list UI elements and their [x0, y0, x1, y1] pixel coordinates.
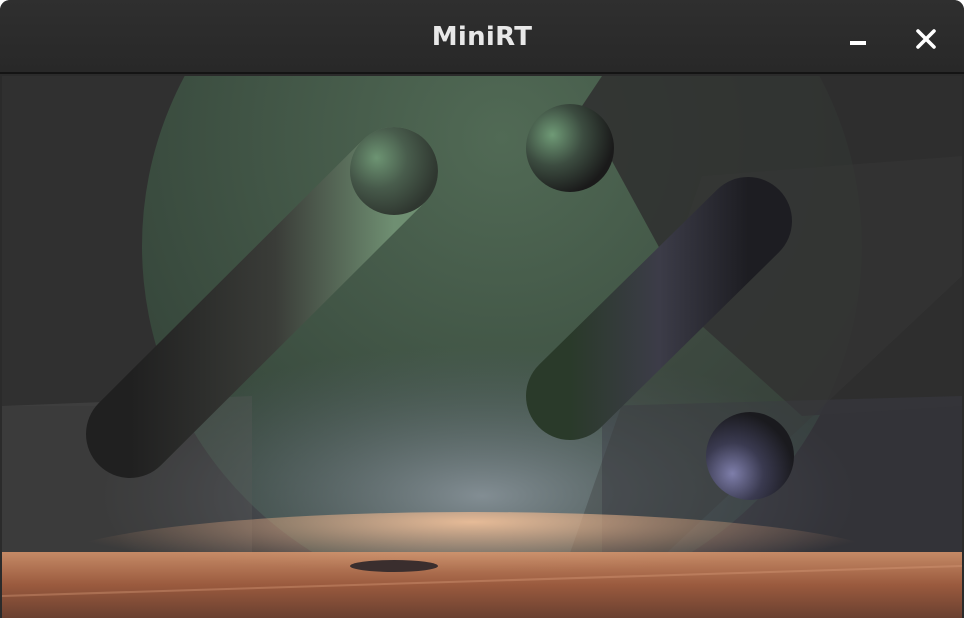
render-viewport[interactable] — [2, 76, 962, 618]
title-bar[interactable]: MiniRT — [0, 0, 964, 74]
minimize-icon — [850, 41, 866, 45]
minimize-button[interactable] — [841, 22, 875, 56]
floor-highlight — [52, 512, 892, 612]
window-title: MiniRT — [431, 22, 533, 52]
sphere-bottom-right — [706, 412, 794, 500]
close-icon — [916, 29, 936, 49]
close-button[interactable] — [909, 22, 943, 56]
application-window: MiniRT — [0, 0, 964, 618]
rendered-scene — [2, 76, 962, 618]
digit-4-tube-end — [350, 560, 438, 572]
digit-4-top-cap — [350, 127, 438, 215]
sphere-top-left — [526, 104, 614, 192]
